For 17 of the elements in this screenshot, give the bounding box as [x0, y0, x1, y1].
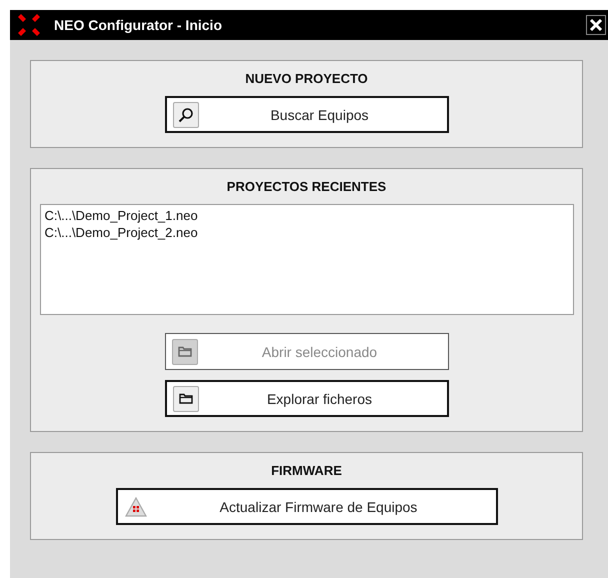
section-title: FIRMWARE — [271, 463, 342, 478]
action-button[interactable]: Actualizar Firmware de Equipos — [116, 488, 498, 525]
action-button[interactable]: Explorar ficheros — [164, 380, 448, 417]
list-item[interactable]: C:\...\Demo_Project_2.neo — [44, 225, 568, 240]
window-title: NEO Configurator - Inicio — [54, 17, 222, 33]
logo-icon — [18, 14, 40, 36]
search-icon — [172, 102, 198, 128]
recent-projects-list[interactable]: C:\...\Demo_Project_1.neo C:\...\Demo_Project_2.neo — [40, 204, 574, 315]
section-title: NUEVO PROYECTO — [245, 71, 368, 86]
action-button[interactable]: Buscar Equipos — [164, 96, 448, 133]
folder-icon — [172, 386, 198, 412]
close-button[interactable] — [586, 15, 606, 35]
list-item[interactable]: C:\...\Demo_Project_1.neo — [44, 208, 568, 223]
folder-icon — [172, 338, 198, 364]
section-title: PROYECTOS RECIENTES — [226, 179, 386, 194]
close-icon — [589, 18, 603, 32]
warning-triangle-icon — [124, 494, 148, 518]
